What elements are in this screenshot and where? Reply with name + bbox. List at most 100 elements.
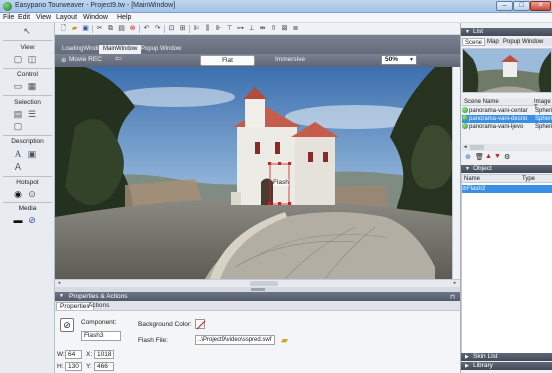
scene-row-selected[interactable]: panorama-vani-desno Spheric — [462, 115, 552, 123]
scene-viewport[interactable]: Flash — [55, 67, 460, 279]
text-icon[interactable]: A — [13, 149, 23, 159]
spot-icon[interactable]: ⊙ — [27, 189, 37, 199]
scene-thumbnail-image — [463, 49, 551, 92]
list-hscrollbar[interactable]: ◂ — [462, 144, 552, 151]
align-center-icon[interactable]: ⫼ — [203, 24, 212, 33]
scroll-left-icon[interactable]: ◂ — [464, 144, 467, 150]
align-bottom-icon[interactable]: ⊥ — [247, 24, 256, 33]
same-size-icon[interactable]: ⊠ — [280, 24, 289, 33]
column-scene-name[interactable]: Scene Name — [464, 99, 499, 105]
image-icon[interactable]: ▣ — [27, 149, 37, 159]
delete-icon[interactable]: ⊗ — [128, 24, 137, 33]
menu-edit[interactable]: Edit — [18, 14, 30, 21]
flash-component-icon: ⊘ — [60, 318, 74, 332]
scene-row[interactable]: panorama-vani-ljevo Spheric — [462, 123, 552, 131]
scroll-thumb[interactable] — [470, 145, 484, 150]
rich-text-icon[interactable]: Ａ — [13, 162, 23, 172]
save-icon[interactable]: ▣ — [81, 24, 90, 33]
immersive-view-button[interactable]: Immersive — [275, 56, 305, 63]
collapse-triangle-icon[interactable]: ▼ — [59, 293, 64, 299]
tab-popup-window[interactable]: Popup Window — [501, 38, 545, 46]
tab-map[interactable]: Map — [485, 38, 501, 46]
menu-window[interactable]: Window — [83, 14, 108, 21]
view-split-icon[interactable]: ◫ — [27, 54, 37, 64]
movie-rec-button[interactable]: Movie REC — [69, 56, 102, 63]
scroll-thumb[interactable] — [250, 281, 278, 286]
y-field[interactable]: 466 — [94, 362, 114, 371]
list-box-icon[interactable]: ▢ — [13, 121, 23, 131]
scroll-right-icon[interactable]: ▸ — [451, 280, 459, 287]
move-down-icon[interactable]: ▼ — [494, 153, 501, 160]
scene-row[interactable]: panorama-vani-centar Spheric — [462, 107, 552, 115]
menu-view[interactable]: View — [36, 14, 51, 21]
scroll-left-icon[interactable]: ◂ — [55, 280, 63, 287]
library-header[interactable]: ▶ Library — [461, 362, 552, 370]
add-scene-icon[interactable]: ⊕ — [465, 153, 471, 161]
pin-icon[interactable]: ⊓ — [450, 293, 455, 301]
delete-scene-icon[interactable]: 🗑 — [475, 153, 484, 161]
same-width-icon[interactable]: ⇹ — [258, 24, 267, 33]
thumbnail-icon[interactable]: ▤ — [13, 109, 23, 119]
view-frame-icon[interactable]: ▢ — [13, 54, 23, 64]
height-field[interactable]: 130 — [65, 362, 82, 371]
control-bar-icon[interactable]: ▭ — [13, 81, 23, 91]
back-arrow-icon[interactable]: ⇦ — [115, 54, 122, 63]
move-up-icon[interactable]: ▲ — [485, 153, 492, 160]
preview-icon[interactable]: ⊡ — [167, 24, 176, 33]
browse-folder-icon[interactable]: ▰ — [281, 335, 288, 346]
paste-icon[interactable]: ▤ — [117, 24, 126, 33]
copy-icon[interactable]: ⧉ — [106, 24, 115, 33]
maximize-button[interactable]: □ — [513, 1, 530, 11]
splitter-grip[interactable] — [251, 288, 265, 291]
section-description: Description — [11, 138, 44, 145]
flash-icon[interactable]: ⊘ — [27, 215, 37, 225]
menu-layout[interactable]: Layout — [56, 14, 77, 21]
chevron-down-icon[interactable]: ▼ — [407, 56, 416, 64]
tab-scene[interactable]: Scene — [462, 38, 486, 46]
open-folder-icon[interactable]: ▰ — [70, 24, 79, 33]
align-top-icon[interactable]: ⊤ — [225, 24, 234, 33]
column-name[interactable]: Name — [464, 176, 480, 182]
background-color-picker[interactable] — [195, 319, 206, 330]
collapse-triangle-icon[interactable]: ▼ — [465, 165, 470, 173]
flash-component-label[interactable]: Flash — [273, 179, 289, 186]
new-file-icon[interactable]: 🗋 — [59, 24, 68, 33]
scene-settings-icon[interactable]: ⚙ — [504, 153, 510, 161]
align-middle-icon[interactable]: ⊶ — [236, 24, 245, 33]
tab-actions[interactable]: Actions — [85, 302, 112, 310]
menu-file[interactable]: File — [3, 14, 14, 21]
expand-triangle-icon[interactable]: ▶ — [465, 362, 469, 370]
tab-popup-window[interactable]: Popup Window — [137, 45, 185, 54]
combo-box-icon[interactable]: ☰ — [27, 109, 37, 119]
control-panel-icon[interactable]: ▦ — [27, 81, 37, 91]
publish-icon[interactable]: ⊞ — [178, 24, 187, 33]
align-right-icon[interactable]: ⊪ — [214, 24, 223, 33]
close-button[interactable]: ✕ — [530, 1, 551, 11]
expand-triangle-icon[interactable]: ▶ — [465, 353, 469, 361]
component-name-field[interactable]: Flash3 — [81, 331, 121, 341]
minimize-button[interactable]: – — [496, 1, 513, 11]
column-type[interactable]: Type — [522, 176, 535, 182]
undo-icon[interactable]: ↶ — [142, 24, 151, 33]
menu-help[interactable]: Help — [117, 14, 131, 21]
hotspot-icon[interactable]: ◉ — [13, 189, 23, 199]
video-icon[interactable]: ▬ — [13, 215, 23, 225]
movie-rec-icon[interactable]: ⊛ — [61, 56, 66, 64]
object-row-selected[interactable]: ⊘Flash3 — [462, 185, 552, 193]
width-field[interactable]: 64 — [65, 350, 82, 359]
toolbar: 🗋 ▰ ▣ ✂ ⧉ ▤ ⊗ ↶ ↷ ⊡ ⊞ ⊫ ⫼ ⊪ ⊤ ⊶ ⊥ ⇹ ⇳ ⊠ … — [55, 23, 460, 35]
horizontal-scrollbar[interactable]: ◂ ▸ — [55, 279, 460, 287]
align-left-icon[interactable]: ⊫ — [192, 24, 201, 33]
flat-view-button[interactable]: Flat — [200, 55, 255, 66]
x-field[interactable]: 1018 — [94, 350, 114, 359]
tab-main-window[interactable]: MainWindow — [99, 45, 142, 54]
distribute-icon[interactable]: ≣ — [291, 24, 300, 33]
cut-icon[interactable]: ✂ — [95, 24, 104, 33]
redo-icon[interactable]: ↷ — [153, 24, 162, 33]
same-height-icon[interactable]: ⇳ — [269, 24, 278, 33]
vertical-scrollbar[interactable] — [452, 67, 460, 279]
flash-file-field[interactable]: ..\Project9\video\sspred.swf — [195, 335, 275, 345]
pointer-icon[interactable]: ↖ — [22, 26, 32, 36]
skin-list-header[interactable]: ▶ Skin List — [461, 353, 552, 361]
collapse-triangle-icon[interactable]: ▼ — [465, 28, 470, 36]
